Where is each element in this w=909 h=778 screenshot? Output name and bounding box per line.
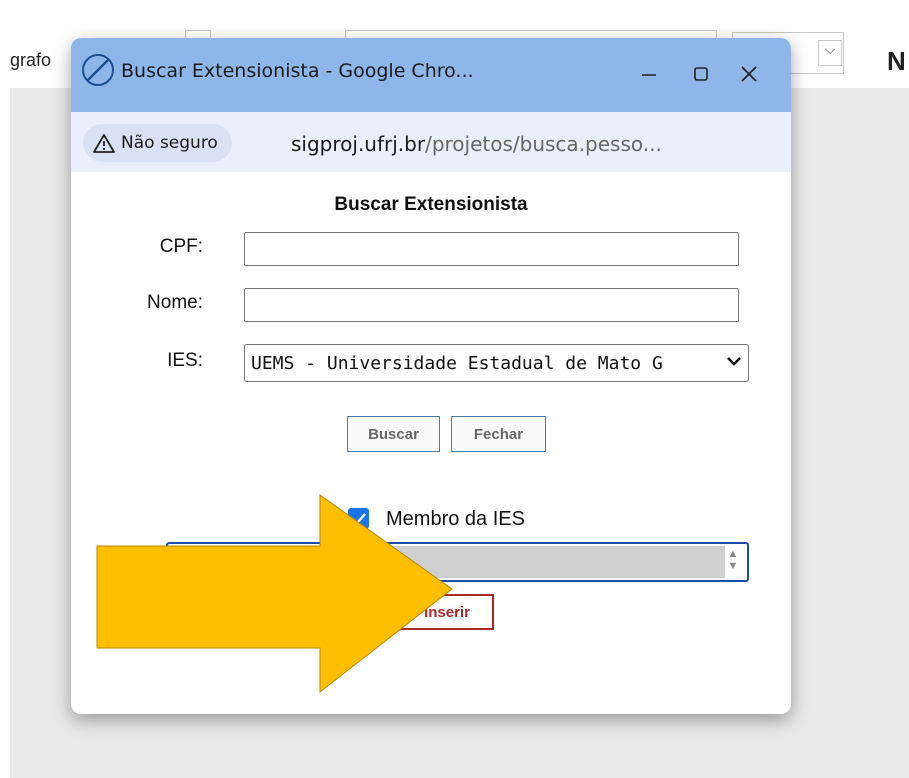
inserir-button[interactable]: Inserir — [400, 594, 494, 630]
minimize-button[interactable] — [627, 52, 671, 96]
popup-window: Buscar Extensionista - Google Chro... Nã… — [71, 38, 791, 714]
minimize-icon — [642, 74, 656, 76]
chevron-down-icon — [726, 353, 742, 374]
ies-label: IES: — [167, 350, 203, 371]
background-heading-fragment: N — [887, 46, 906, 76]
close-button[interactable] — [727, 52, 771, 96]
page-title: Buscar Extensionista — [334, 194, 528, 215]
listbox-scroll-arrows[interactable]: ▲ ▼ — [723, 548, 743, 576]
cpf-label: CPF: — [159, 236, 203, 257]
check-icon — [351, 512, 366, 525]
url-text[interactable]: sigproj.ufrj.br/projetos/busca.pesso... — [291, 132, 662, 156]
result-option-text: Nascimento — [170, 550, 279, 571]
address-bar[interactable]: Não seguro sigproj.ufrj.br/projetos/busc… — [71, 112, 791, 173]
url-host: sigproj.ufrj.br — [291, 132, 426, 156]
maximize-button[interactable] — [679, 52, 723, 96]
membro-label: Membro da IES — [386, 508, 525, 530]
ies-selected-value: UEMS - Universidade Estadual de Mato G — [251, 353, 663, 374]
nome-label: Nome: — [147, 292, 203, 313]
background-label: grafo — [10, 50, 52, 70]
window-app-icon — [81, 53, 115, 92]
membro-checkbox[interactable] — [348, 508, 369, 529]
dialog-content: Buscar Extensionista CPF: Nome: IES: UEM… — [71, 172, 791, 714]
window-titlebar[interactable]: Buscar Extensionista - Google Chro... — [71, 38, 791, 112]
cpf-field[interactable] — [244, 232, 739, 266]
url-path: /projetos/busca.pesso... — [425, 132, 662, 156]
security-chip[interactable]: Não seguro — [83, 124, 232, 162]
close-icon — [741, 66, 757, 82]
ies-select[interactable]: UEMS - Universidade Estadual de Mato G — [244, 344, 749, 382]
security-label: Não seguro — [121, 133, 218, 153]
fechar-button[interactable]: Fechar — [451, 416, 546, 452]
nome-field[interactable] — [244, 288, 739, 322]
window-title: Buscar Extensionista - Google Chro... — [121, 60, 474, 82]
result-listbox[interactable]: Nascimento ▲ ▼ — [166, 542, 749, 582]
result-option-selected[interactable]: Nascimento — [170, 546, 725, 578]
maximize-icon — [694, 67, 708, 81]
chevron-down-icon: ⌵ — [818, 40, 842, 66]
warning-icon — [93, 134, 115, 153]
buscar-button[interactable]: Buscar — [347, 416, 440, 452]
